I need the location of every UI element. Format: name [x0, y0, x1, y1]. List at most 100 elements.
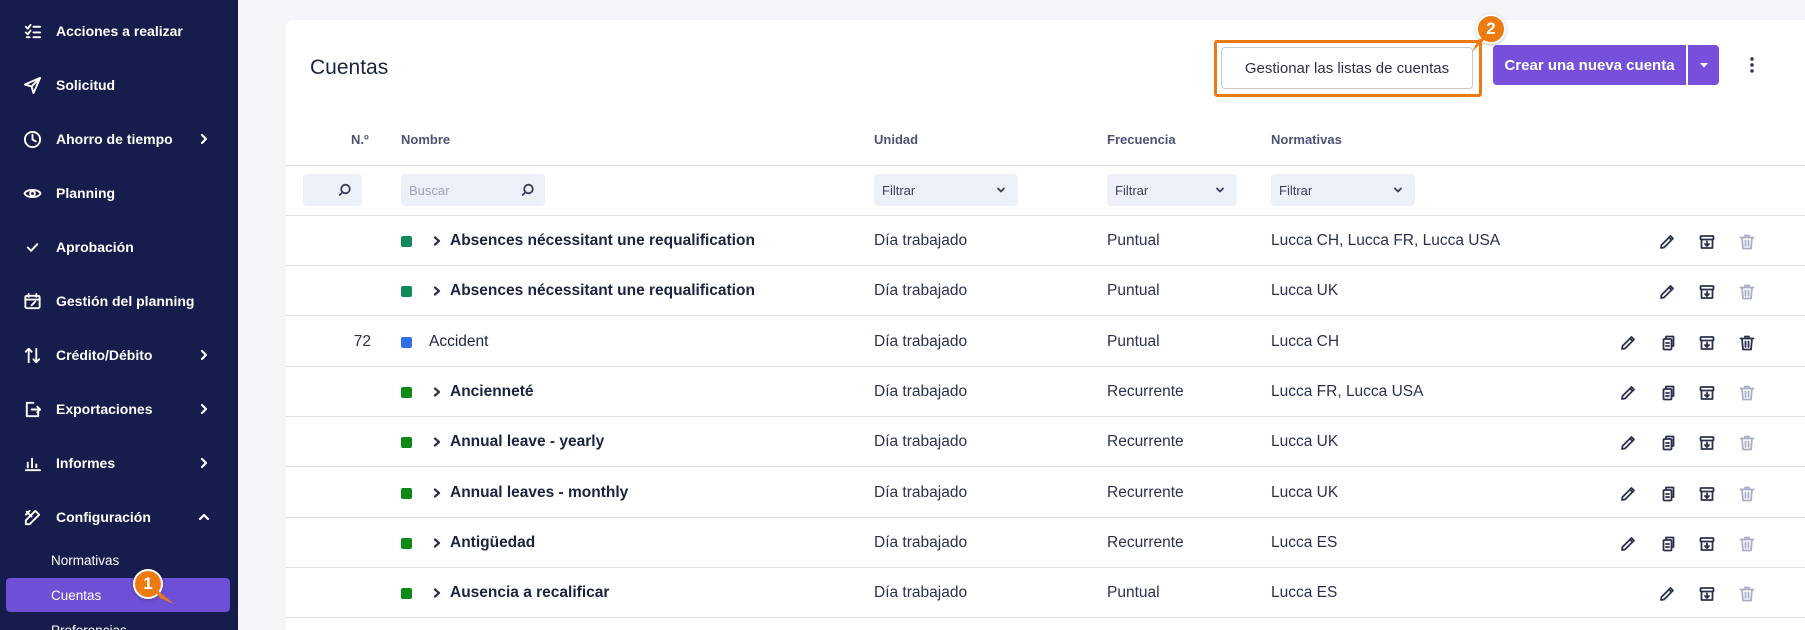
account-name-cell[interactable]: Annual leaves - monthly	[432, 468, 628, 518]
column-header-unit: Unidad	[874, 132, 919, 147]
sidebar: Acciones a realizar Solicitud Ahorro de ti…	[0, 0, 238, 630]
sidebar-item-label: Ahorro de tiempo	[56, 131, 173, 147]
chevron-right-icon[interactable]	[432, 587, 444, 599]
chevron-down-icon	[994, 183, 1008, 197]
edit-icon[interactable]	[1656, 583, 1678, 605]
manage-account-lists-button[interactable]: Gestionar las listas de cuentas	[1221, 47, 1473, 89]
edit-icon[interactable]	[1617, 533, 1639, 555]
delete-icon	[1736, 382, 1758, 404]
account-name-cell[interactable]: Absences nécessitant une requalification	[432, 216, 755, 266]
edit-icon[interactable]	[1617, 432, 1639, 454]
chevron-right-icon[interactable]	[432, 537, 444, 549]
sidebar-item-solicitud[interactable]: Solicitud	[0, 65, 238, 105]
archive-icon[interactable]	[1696, 533, 1718, 555]
duplicate-icon[interactable]	[1656, 382, 1678, 404]
archive-icon[interactable]	[1696, 483, 1718, 505]
account-number	[346, 468, 371, 518]
chevron-right-icon[interactable]	[432, 285, 444, 297]
table-row[interactable]: Absences nécessitant une requalification…	[286, 266, 1805, 316]
paper-plane-icon	[22, 75, 42, 95]
account-rules: Lucca CH, Lucca FR, Lucca USA	[1271, 232, 1501, 249]
account-frequency: Recurrente	[1107, 483, 1184, 501]
frequency-filter-select[interactable]: Filtrar	[1107, 174, 1237, 206]
accounts-card: Cuentas Gestionar las listas de cuentas …	[286, 20, 1805, 630]
account-frequency: Puntual	[1107, 282, 1160, 300]
chevron-right-icon[interactable]	[432, 235, 444, 247]
unit-filter-select[interactable]: Filtrar	[874, 174, 1018, 206]
number-search-input[interactable]	[303, 174, 362, 206]
sidebar-subitem-cuentas[interactable]: Cuentas	[6, 578, 230, 612]
sidebar-subitem-normativas[interactable]: Normativas	[6, 543, 230, 577]
edit-icon[interactable]	[1656, 231, 1678, 253]
sidebar-item-gestión-del-planning[interactable]: Gestión del planning	[0, 281, 238, 321]
account-number: 72	[353, 332, 371, 350]
account-number	[346, 568, 371, 618]
account-color-swatch	[401, 236, 412, 247]
account-number	[346, 417, 371, 467]
sidebar-item-exportaciones[interactable]: Exportaciones	[0, 389, 238, 429]
delete-icon	[1736, 432, 1758, 454]
edit-icon[interactable]	[1617, 332, 1639, 354]
archive-icon[interactable]	[1696, 432, 1718, 454]
account-rules: Lucca ES	[1271, 584, 1338, 602]
account-name: Ausencia a recalificar	[450, 584, 610, 602]
create-account-button[interactable]: Crear una nueva cuenta	[1493, 45, 1686, 85]
duplicate-icon[interactable]	[1656, 332, 1678, 354]
account-color-swatch	[401, 286, 412, 298]
duplicate-icon[interactable]	[1656, 533, 1678, 555]
account-unit: Día trabajado	[874, 433, 968, 451]
account-unit: Día trabajado	[874, 332, 968, 350]
sidebar-item-acciones-a-realizar[interactable]: Acciones a realizar	[0, 11, 238, 51]
sidebar-item-aprobación[interactable]: Aprobación	[0, 227, 238, 267]
edit-icon[interactable]	[1656, 281, 1678, 303]
account-name: Ancienneté	[450, 382, 534, 400]
sidebar-item-informes[interactable]: Informes	[0, 443, 238, 483]
table-row[interactable]: Annual leaves - monthly Día trabajado Recu…	[286, 468, 1805, 518]
table-row[interactable]: Ausencia a recalificar Día trabajado Puntu…	[286, 568, 1805, 618]
account-unit: Día trabajado	[874, 382, 968, 400]
table-row[interactable]: Annual leave - yearly Día trabajado Recurr…	[286, 417, 1805, 467]
account-name-cell[interactable]: Accident	[429, 317, 488, 367]
account-rules: Lucca UK	[1271, 483, 1339, 501]
column-header-name[interactable]: Nombre	[401, 132, 450, 147]
delete-icon	[1736, 483, 1758, 505]
archive-icon[interactable]	[1696, 281, 1718, 303]
account-name-cell[interactable]: Antigüedad	[432, 518, 535, 568]
account-number	[346, 216, 371, 266]
archive-icon[interactable]	[1696, 382, 1718, 404]
chevron-right-icon[interactable]	[432, 386, 444, 398]
account-name: Absences nécessitant une requalification	[450, 282, 755, 300]
sidebar-item-planning[interactable]: Planning	[0, 173, 238, 213]
divider	[286, 165, 1805, 166]
sidebar-item-crédito-débito[interactable]: Crédito/Débito	[0, 335, 238, 375]
account-name-cell[interactable]: Ancienneté	[432, 367, 534, 417]
duplicate-icon[interactable]	[1656, 483, 1678, 505]
table-row[interactable]: 72 Accident Día trabajado Puntual Lucca CH	[286, 317, 1805, 367]
account-name: Annual leave - yearly	[450, 433, 605, 451]
archive-icon[interactable]	[1696, 231, 1718, 253]
account-rules: Lucca ES	[1271, 533, 1338, 551]
name-search-input[interactable]: Buscar	[401, 174, 545, 206]
archive-icon[interactable]	[1696, 332, 1718, 354]
tasks-list-icon	[22, 21, 42, 41]
delete-icon[interactable]	[1736, 332, 1758, 354]
chevron-right-icon[interactable]	[432, 487, 444, 499]
account-name-cell[interactable]: Annual leave - yearly	[432, 417, 604, 467]
sidebar-item-configuración[interactable]: Configuración	[0, 497, 238, 537]
create-account-dropdown-button[interactable]	[1688, 45, 1719, 85]
table-row[interactable]: Ancienneté Día trabajado Recurrente Lucca F…	[286, 367, 1805, 417]
account-name-cell[interactable]: Ausencia a recalificar	[432, 568, 609, 618]
sidebar-item-ahorro-de-tiempo[interactable]: Ahorro de tiempo	[0, 119, 238, 159]
more-options-button[interactable]	[1738, 50, 1766, 80]
table-row[interactable]: Antigüedad Día trabajado Recurrente Lucca E…	[286, 518, 1805, 568]
sidebar-subitem-preferencias[interactable]: Preferencias	[6, 613, 230, 630]
account-name-cell[interactable]: Absences nécessitant une requalification	[432, 266, 755, 316]
duplicate-icon[interactable]	[1656, 432, 1678, 454]
archive-icon[interactable]	[1696, 583, 1718, 605]
table-row[interactable]: Absences nécessitant une requalification…	[286, 216, 1805, 266]
edit-icon[interactable]	[1617, 382, 1639, 404]
rules-filter-select[interactable]: Filtrar	[1271, 174, 1415, 206]
chevron-right-icon[interactable]	[432, 436, 444, 448]
checkmark-icon	[22, 237, 42, 257]
edit-icon[interactable]	[1617, 483, 1639, 505]
